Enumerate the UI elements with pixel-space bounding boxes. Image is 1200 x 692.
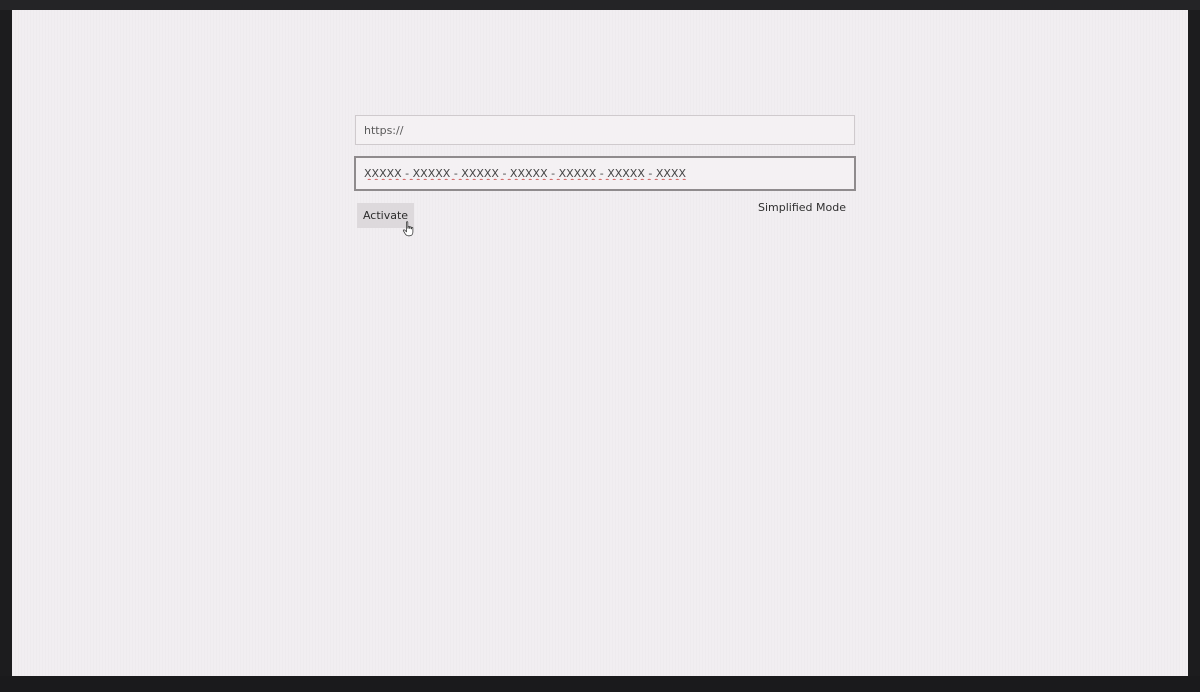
- license-key-input[interactable]: [354, 156, 856, 191]
- monitor-bezel-bottom: [0, 676, 1200, 692]
- hand-pointer-icon: [402, 221, 414, 237]
- simplified-mode-link[interactable]: Simplified Mode: [752, 201, 846, 214]
- monitor-bezel-top: [0, 0, 1200, 10]
- server-url-input[interactable]: [355, 115, 855, 145]
- activation-screen: Activate Simplified Mode: [12, 10, 1188, 676]
